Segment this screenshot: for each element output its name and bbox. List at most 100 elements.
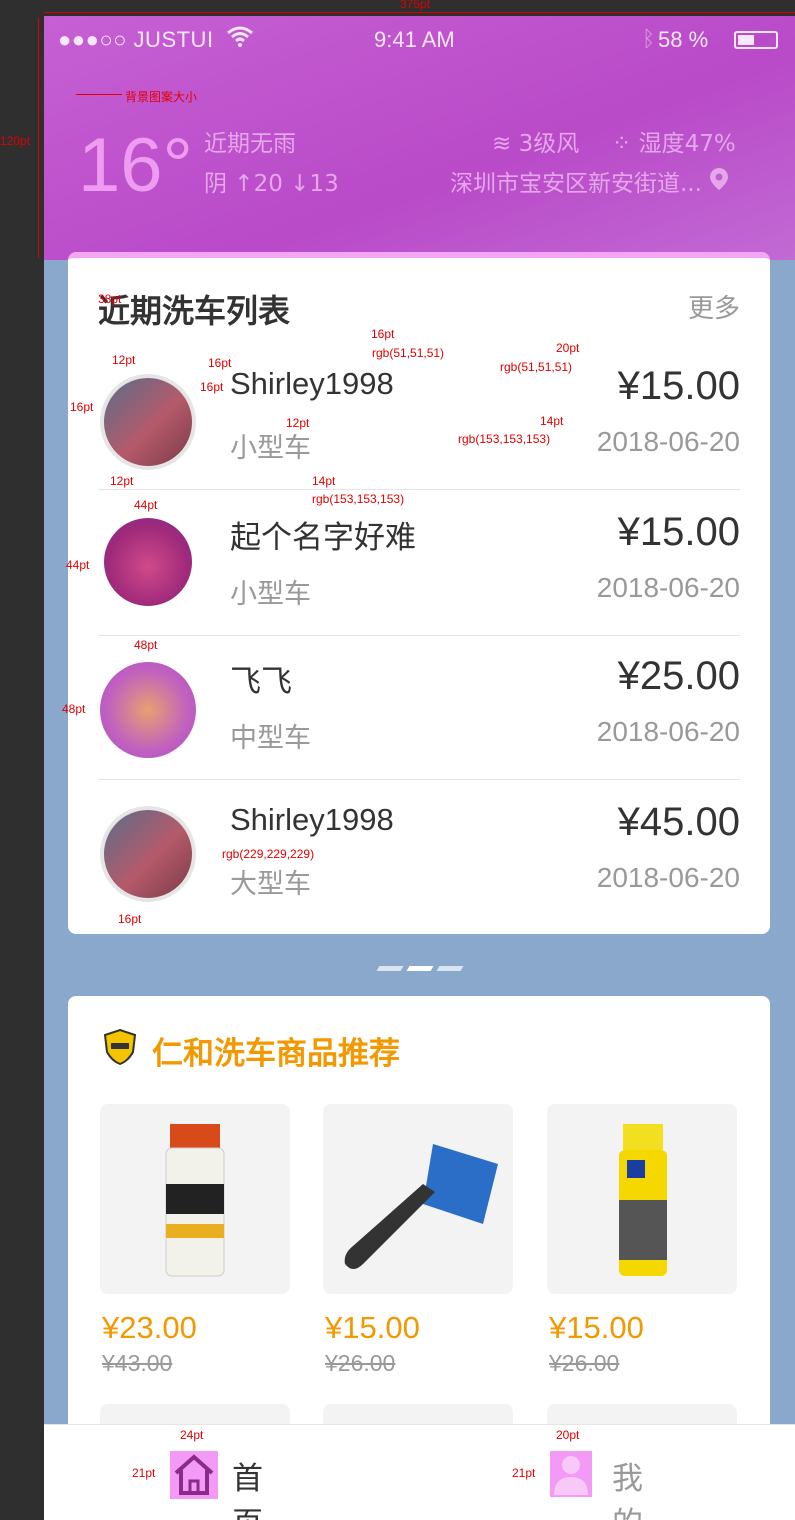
weather-header: ●●●○○ JUSTUI 9:41 AM ᛒ 58 % 16° 近期无雨 阴 ↑… [44,16,795,260]
spec-label: rgb(153,153,153) [312,492,405,506]
battery-icon [734,31,778,49]
avatar [104,518,192,606]
product-price: ¥15.00 [549,1310,644,1345]
height-dimension-label: 120pt [0,134,31,148]
spec-label: rgb(229,229,229) [222,847,315,861]
wifi-icon [227,25,253,53]
temperature: 16° [78,123,193,208]
rain-forecast: 近期无雨 [204,131,296,157]
spec-label: 38pt [98,292,122,306]
clock: 9:41 AM [374,27,455,52]
wash-row[interactable]: Shirley1998 小型车 ¥15.00 2018-06-20 [98,344,740,490]
humidity-info: ⁘ 湿度47% [612,124,736,158]
page-indicator[interactable] [376,966,468,972]
home-icon [170,1451,218,1499]
wash-car-type: 小型车 [230,433,311,464]
shield-badge-icon [102,1028,138,1066]
spec-label: 16pt [200,380,224,394]
spec-label: 14pt [312,474,336,488]
bg-size-label: 背景图案大小 [125,90,198,104]
phone-screen: ●●●○○ JUSTUI 9:41 AM ᛒ 58 % 16° 近期无雨 阴 ↑… [44,16,795,1520]
humidity-icon: ⁘ [612,131,632,157]
product-item[interactable]: ¥23.00 ¥43.00 [100,1104,290,1376]
spec-label: 20pt [556,1428,580,1442]
wash-car-type: 中型车 [230,723,311,754]
spec-label: 12pt [112,353,136,367]
spec-label: 24pt [180,1428,204,1442]
wash-more-link[interactable]: 更多 [688,288,740,325]
humidity-label: 湿度47% [638,131,736,157]
design-spec-canvas: ●●●○○ JUSTUI 9:41 AM ᛒ 58 % 16° 近期无雨 阴 ↑… [0,0,795,1520]
product-original-price: ¥26.00 [549,1350,620,1376]
product-image [547,1104,737,1294]
wash-price: ¥45.00 [617,800,740,844]
tab-bar: 首页 我的 [44,1424,795,1520]
page-dot [376,966,404,971]
spec-label: 16pt [208,356,232,370]
spec-label: 12pt [110,474,134,488]
product-original-price: ¥26.00 [325,1350,396,1376]
product-item[interactable]: ¥15.00 ¥26.00 [547,1104,737,1376]
page-dot [436,966,464,971]
wash-date: 2018-06-20 [596,572,740,603]
wash-name: 飞飞 [230,664,292,699]
user-icon [550,1451,592,1497]
width-dimension-label: 375pt [400,0,431,11]
product-section-title: 仁和洗车商品推荐 [152,1036,400,1072]
product-original-price: ¥43.00 [102,1350,173,1376]
wash-date: 2018-06-20 [596,862,740,893]
product-price: ¥15.00 [325,1310,420,1345]
wash-car-type: 大型车 [230,869,311,900]
annotation-leader [76,94,122,95]
product-image [100,1104,290,1294]
wash-price: ¥15.00 [617,510,740,554]
product-item[interactable]: ¥15.00 ¥26.00 [323,1104,513,1376]
wash-price: ¥15.00 [617,364,740,408]
wind-info: ≋ 3级风 [492,124,579,158]
product-image [323,1104,513,1294]
spec-label: 48pt [62,702,86,716]
wash-car-type: 小型车 [230,579,311,610]
tab-mine-label: 我的 [612,1461,643,1520]
wash-list-title: 近期洗车列表 [98,292,291,330]
spec-label: rgb(51,51,51) [500,360,573,374]
spec-label: 16pt [118,912,142,926]
location-info[interactable]: 深圳市宝安区新安街道... [450,164,729,198]
spec-label: 12pt [286,416,310,430]
wind-icon: ≋ [492,131,512,157]
spec-label: 21pt [132,1466,156,1480]
spec-label: 20pt [556,341,580,355]
height-dimension-line [38,18,39,258]
tab-home-label: 首页 [232,1461,263,1520]
avatar [100,662,196,758]
spec-label: rgb(51,51,51) [372,346,445,360]
spec-label: 21pt [512,1466,536,1480]
spec-label: 44pt [134,498,158,512]
spec-label: rgb(153,153,153) [458,432,551,446]
avatar [100,806,196,902]
product-price: ¥23.00 [102,1310,197,1345]
avatar [100,374,196,470]
wash-row[interactable]: 起个名字好难 小型车 ¥15.00 2018-06-20 [98,490,740,636]
wash-name: 起个名字好难 [230,520,416,555]
wash-name: Shirley1998 [230,366,394,401]
wash-row[interactable]: 飞飞 中型车 ¥25.00 2018-06-20 [98,634,740,780]
wash-date: 2018-06-20 [596,716,740,747]
wind-label: 3级风 [518,131,580,157]
battery-percent: 58 % [658,27,709,52]
status-bar: ●●●○○ JUSTUI 9:41 AM ᛒ 58 % [44,16,795,64]
spec-label: 14pt [540,414,564,428]
wash-row[interactable]: Shirley1998 大型车 ¥45.00 2018-06-20 [98,780,740,926]
spec-label: 44pt [66,558,90,572]
spec-label: 16pt [371,327,395,341]
location-label: 深圳市宝安区新安街道... [450,171,702,197]
location-pin-icon [709,168,729,197]
wash-price: ¥25.00 [617,654,740,698]
spec-label: 48pt [134,638,158,652]
wash-date: 2018-06-20 [596,426,740,457]
spec-label: 16pt [70,400,94,414]
width-dimension-line [44,12,795,13]
weather-condition: 阴 ↑20 ↓13 [204,171,339,197]
carrier-label: ●●●○○ JUSTUI [58,27,214,52]
wash-name: Shirley1998 [230,802,394,837]
